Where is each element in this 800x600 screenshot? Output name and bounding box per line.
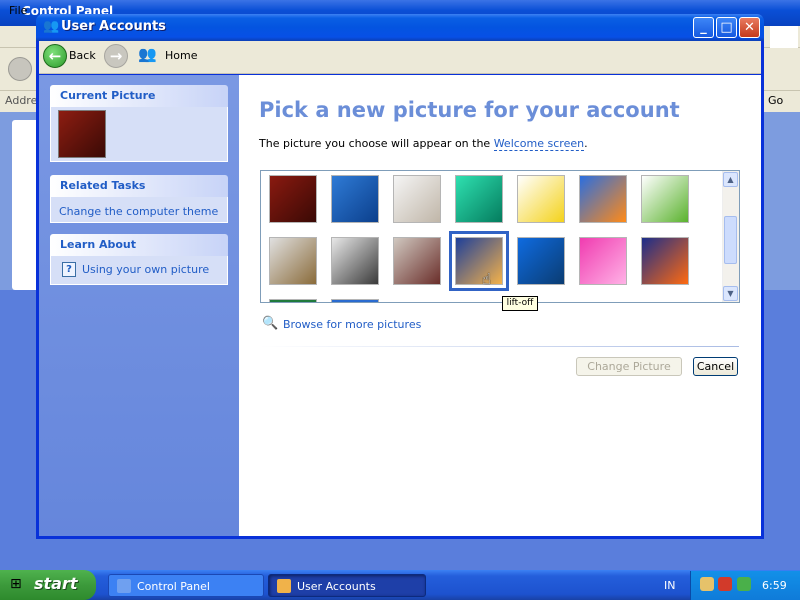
current-picture-chess	[58, 110, 106, 158]
home-users-icon[interactable]: 👥	[138, 45, 160, 67]
picture-chess[interactable]	[269, 175, 317, 223]
windows-flag-icon: ⊞	[10, 576, 22, 592]
learn-about-header: Learn About	[50, 234, 228, 256]
intro-text-end: .	[584, 137, 588, 150]
magnifier-icon[interactable]: 🔍	[262, 316, 278, 331]
intro-text-start: The picture you choose will appear on th…	[259, 137, 494, 150]
picture-tooltip: lift-off	[502, 296, 538, 311]
control-panel-icon	[117, 579, 131, 593]
browse-more-pictures-link[interactable]: Browse for more pictures	[283, 318, 421, 331]
home-button[interactable]: Home	[165, 49, 197, 62]
hand-cursor-icon: ☝	[482, 270, 492, 288]
page-title: Pick a new picture for your account	[259, 98, 680, 122]
task-label: Control Panel	[137, 580, 210, 593]
picture-guitar[interactable]	[269, 237, 317, 285]
picture-duck[interactable]	[517, 175, 565, 223]
minimize-button[interactable]: _	[693, 17, 714, 38]
picture-partial[interactable]	[269, 299, 317, 302]
menu-file[interactable]: File	[9, 4, 27, 17]
back-arrow-icon[interactable]	[8, 57, 32, 81]
intro-text: The picture you choose will appear on th…	[259, 137, 588, 151]
scroll-up-button[interactable]: ▲	[723, 172, 738, 187]
current-picture-header: Current Picture	[50, 85, 228, 107]
update-icon[interactable]	[737, 577, 751, 591]
picture-frog[interactable]	[641, 175, 689, 223]
welcome-screen-link[interactable]: Welcome screen	[493, 137, 585, 151]
scroll-thumb[interactable]	[724, 216, 737, 264]
using-own-picture-link[interactable]: Using your own picture	[82, 263, 209, 276]
change-theme-link[interactable]: Change the computer theme	[59, 205, 218, 218]
help-icon: ?	[62, 262, 76, 277]
language-indicator[interactable]: IN	[664, 579, 675, 592]
maximize-button[interactable]: □	[716, 17, 737, 38]
picture-partial[interactable]	[331, 299, 379, 302]
go-button[interactable]: Go	[768, 94, 783, 107]
window-title: User Accounts	[61, 19, 166, 34]
network-icon[interactable]	[700, 577, 714, 591]
taskbar-control-panel[interactable]: Control Panel	[108, 574, 264, 597]
task-label: User Accounts	[297, 580, 376, 593]
security-shield-icon[interactable]	[718, 577, 732, 591]
picture-orange-flower[interactable]	[641, 237, 689, 285]
forward-arrow-icon: →	[104, 44, 128, 68]
clock: 6:59	[762, 579, 787, 592]
change-picture-button[interactable]: Change Picture	[576, 357, 682, 376]
picture-dog[interactable]	[393, 175, 441, 223]
users-icon: 👥	[43, 19, 60, 34]
picture-horses[interactable]	[331, 237, 379, 285]
picture-drip[interactable]	[455, 175, 503, 223]
back-button[interactable]: Back	[69, 49, 96, 62]
cancel-button[interactable]: Cancel	[693, 357, 738, 376]
divider	[260, 346, 739, 347]
selected-picture-outline	[449, 231, 509, 291]
users-icon	[277, 579, 291, 593]
picture-dirt-bike[interactable]	[331, 175, 379, 223]
back-arrow-icon[interactable]: ←	[43, 44, 67, 68]
picture-palm-trees[interactable]	[517, 237, 565, 285]
picture-karate[interactable]	[393, 237, 441, 285]
picture-flower[interactable]	[579, 237, 627, 285]
taskbar-user-accounts[interactable]: User Accounts	[268, 574, 426, 597]
picture-fish[interactable]	[579, 175, 627, 223]
close-button[interactable]: ✕	[739, 17, 760, 38]
scroll-down-button[interactable]: ▼	[723, 286, 738, 301]
related-tasks-header: Related Tasks	[50, 175, 228, 197]
windows-logo-icon	[770, 26, 798, 48]
